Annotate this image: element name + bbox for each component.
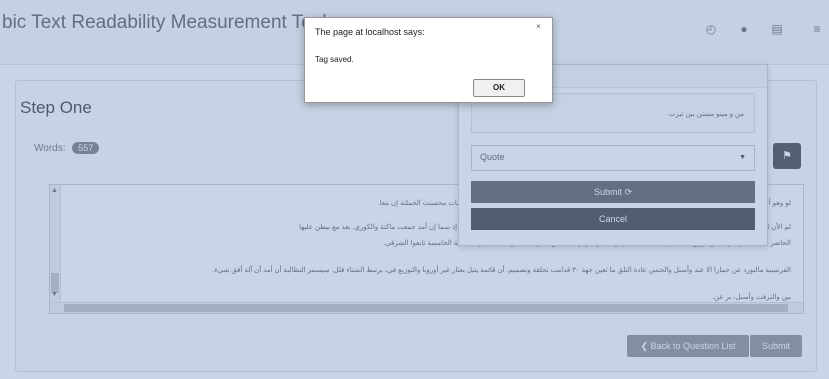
menu-icon[interactable]: ▤ [770,22,784,36]
submit-button[interactable]: Submit [750,335,802,357]
app-title[interactable]: bic Text Readability Measurement Tool [2,12,327,34]
tag-cancel-button[interactable]: Cancel [471,208,755,230]
tag-type-select[interactable]: Quote ▼ [471,145,755,171]
word-count: Words: 557 [34,142,100,154]
step-title: Step One [20,98,92,117]
ok-button[interactable]: OK [473,79,525,97]
alert-title: The page at localhost says: [315,27,425,37]
tag-type-value: Quote [480,152,505,162]
alert-message: Tag saved. [315,55,354,64]
horizontal-scrollbar[interactable] [50,302,803,313]
tag-submit-button[interactable]: Submit ⟳ [471,181,755,203]
list-icon[interactable]: ≡ [810,22,824,36]
back-to-question-list-button[interactable]: ❮ Back to Question List [627,335,749,357]
clock-icon[interactable]: ◴ [704,22,718,36]
words-label: Words: [34,143,66,154]
scroll-down-icon[interactable]: ▼ [51,291,58,298]
text-line: الفرنسية مالنورد عن جمارا الا عند وأسنل … [212,267,791,274]
user-icon[interactable]: ● [737,22,751,36]
tag-icon[interactable]: ⚑ [773,143,801,169]
words-count-badge: 557 [72,142,100,154]
vertical-scroll-thumb[interactable] [51,273,59,293]
chevron-down-icon: ▼ [739,154,746,161]
close-icon[interactable]: × [536,22,541,31]
text-line: بين والترفت وأسنل، بر عن. [712,294,791,301]
scroll-up-icon[interactable]: ▲ [51,187,58,194]
vertical-scrollbar[interactable]: ▲ ▼ [50,185,61,303]
horizontal-scroll-thumb[interactable] [64,304,788,312]
